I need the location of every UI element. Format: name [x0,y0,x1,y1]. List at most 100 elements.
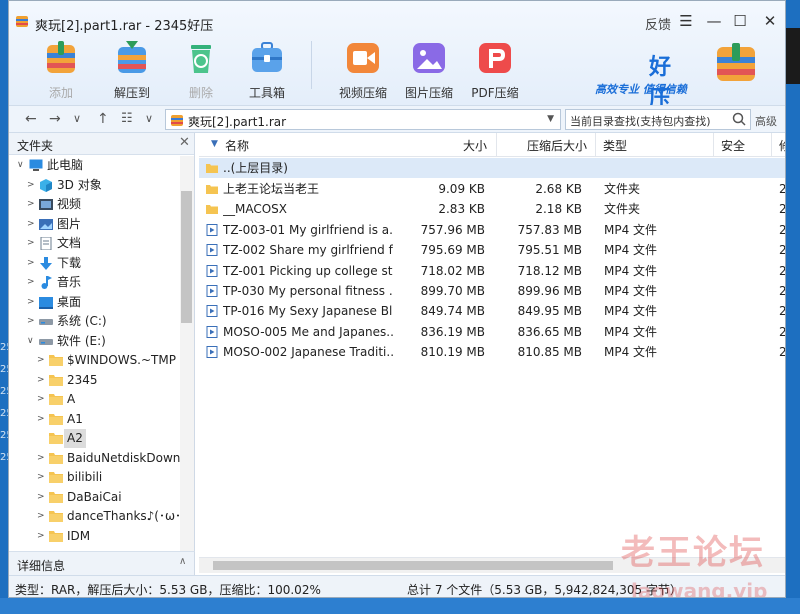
chevron-right-icon[interactable]: > [37,488,47,507]
chevron-right-icon[interactable]: > [27,293,37,312]
address-field[interactable]: 爽玩[2].part1.rar ▼ [165,109,561,130]
chevron-right-icon[interactable]: > [27,176,37,195]
extract-button[interactable]: 解压到 [109,37,155,101]
tree-item[interactable]: > 系统 (C:) [9,312,179,331]
minimize-button[interactable]: — [705,12,723,30]
file-row[interactable]: 上老王论坛当老王 9.09 KB 2.68 KB 文件夹 20 [199,179,785,199]
tree-item[interactable]: > 下载 [9,254,179,273]
packed-size: 757.83 MB [517,222,582,237]
file-row[interactable]: TP-030 My personal fitness ... 899.70 MB 8… [199,281,785,301]
chevron-right-icon[interactable]: > [37,468,47,487]
column-divider[interactable] [595,133,596,157]
drive-icon [39,335,53,348]
column-security[interactable]: 安全 [721,137,745,154]
chevron-right-icon[interactable]: > [27,215,37,234]
chevron-right-icon[interactable]: > [27,234,37,253]
video-compress-button[interactable]: 视频压缩 [335,37,391,101]
tree-item[interactable]: > IDM [9,527,179,546]
search-icon[interactable] [732,112,746,126]
pdf-compress-label: PDF压缩 [471,86,519,100]
column-divider[interactable] [771,133,772,157]
tree-item[interactable]: > $WINDOWS.~TMP [9,351,179,370]
menu-icon[interactable]: ☰ [677,12,695,30]
close-icon[interactable]: ✕ [179,135,190,150]
tree-item[interactable]: > 桌面 [9,293,179,312]
close-button[interactable]: ✕ [761,12,779,30]
address-dropdown-icon[interactable]: ▼ [547,114,554,124]
tree-item[interactable]: > A [9,390,179,409]
tree-item[interactable]: > BaiduNetdiskDownl [9,449,184,468]
horizontal-scrollbar-thumb[interactable] [213,561,613,570]
tree-item[interactable]: > bilibili [9,468,179,487]
column-name[interactable]: 名称 [225,137,249,154]
tree-item[interactable]: >2345 [9,371,179,390]
tree-item[interactable]: > 图片 [9,215,179,234]
column-divider[interactable] [713,133,714,157]
tree-item[interactable]: A2 [9,429,179,448]
chevron-right-icon[interactable]: > [37,527,47,546]
tree-item[interactable]: > 文档 [9,234,179,253]
chevron-right-icon[interactable]: > [37,449,47,468]
maximize-button[interactable]: ☐ [731,12,749,30]
view-mode-icon[interactable]: ☷ [121,111,133,127]
back-icon[interactable]: ← [25,111,37,127]
image-compress-button[interactable]: 图片压缩 [401,37,457,101]
chevron-right-icon[interactable]: > [27,273,37,292]
advanced-search-link[interactable]: 高级 [755,113,777,129]
chevron-down-icon[interactable]: ∨ [17,156,27,175]
feedback-link[interactable]: 反馈 [645,14,671,33]
tree-item-label: 系统 (C:) [57,314,107,328]
column-divider[interactable] [496,133,497,157]
delete-label: 删除 [188,86,213,100]
view-mode-dropdown-icon[interactable]: ∨ [145,111,153,127]
file-size: 795.69 MB [420,243,485,258]
details-panel-header[interactable]: 详细信息 ∧ [9,551,195,575]
brand-slogan: 高效专业 值得信赖 [595,83,687,96]
chevron-down-icon[interactable]: ∨ [27,332,37,351]
folder-tree-title: 文件夹 [17,139,54,153]
desktop-background [0,0,8,614]
forward-icon[interactable]: → [49,111,61,127]
document-folder-icon [39,236,53,251]
column-size[interactable]: 大小 [463,137,487,154]
file-row[interactable]: TZ-002 Share my girlfriend f... 795.69 MB… [199,240,785,260]
chevron-right-icon[interactable]: > [37,507,47,526]
file-name: TZ-003-01 My girlfriend is a... [223,222,393,237]
tree-item[interactable]: ∨ 此电脑 [9,156,179,175]
chevron-right-icon[interactable]: > [37,390,47,409]
chevron-right-icon[interactable]: > [37,351,47,370]
toolbox-button[interactable]: 工具箱 [245,37,289,101]
search-input[interactable]: 当前目录查找(支持包内查找) [565,109,751,130]
tree-item[interactable]: > 视频 [9,195,179,214]
add-button[interactable]: 添加 [39,37,83,101]
file-row[interactable]: __MACOSX 2.83 KB 2.18 KB 文件夹 20 [199,199,785,219]
tree-item[interactable]: > 音乐 [9,273,179,292]
file-size: 9.09 KB [438,182,485,196]
delete-button[interactable]: 删除 [181,37,221,101]
file-row[interactable]: TP-016 My Sexy Japanese Bl... 849.74 MB 84… [199,301,785,321]
column-modified[interactable]: 修改 [779,137,785,154]
history-dropdown-icon[interactable]: ∨ [73,111,81,127]
tree-item[interactable]: > DaBaiCai [9,488,179,507]
file-row[interactable]: MOSO-002 Japanese Traditi... 810.19 MB 810… [199,342,785,362]
file-row[interactable]: MOSO-005 Me and Japanes... 836.19 MB 836.6… [199,322,785,342]
chevron-right-icon[interactable]: > [37,410,47,429]
tree-item[interactable]: > danceThanks♪(･ω･) [9,507,186,526]
column-packed-size[interactable]: 压缩后大小 [527,137,587,154]
parent-directory-row[interactable]: ..(上层目录) [199,158,785,178]
chevron-right-icon[interactable]: > [27,254,37,273]
chevron-right-icon[interactable]: > [27,195,37,214]
up-icon[interactable]: ↑ [97,111,109,127]
tree-scrollbar-thumb[interactable] [181,191,192,323]
file-row[interactable]: TZ-001 Picking up college st... 718.02 MB… [199,261,785,281]
chevron-right-icon[interactable]: > [37,371,47,390]
file-row[interactable]: TZ-003-01 My girlfriend is a... 757.96 MB… [199,220,785,240]
tree-item[interactable]: > A1 [9,410,179,429]
tree-item[interactable]: ∨ 软件 (E:) [9,332,179,351]
pdf-compress-button[interactable]: PDF压缩 [467,37,523,101]
chevron-right-icon[interactable]: > [27,312,37,331]
chevron-up-icon[interactable]: ∧ [179,556,186,567]
tree-item-label: 桌面 [57,294,82,309]
column-type[interactable]: 类型 [603,137,627,154]
tree-item[interactable]: >3D 对象 [9,176,179,195]
